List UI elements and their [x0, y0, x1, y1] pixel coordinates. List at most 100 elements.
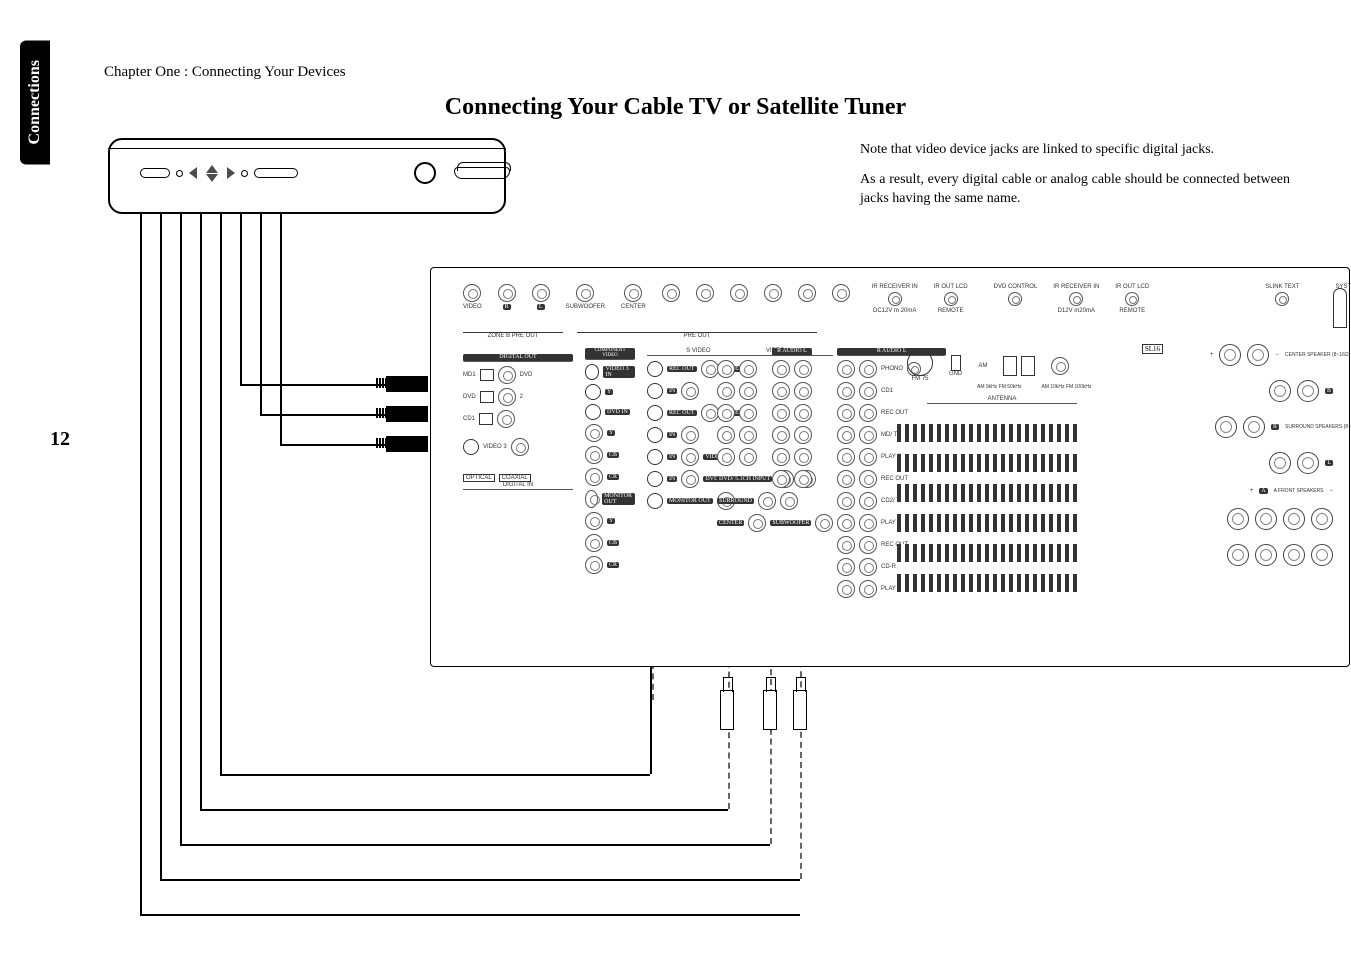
jack [764, 284, 782, 302]
jack [717, 360, 735, 378]
jack [794, 448, 812, 466]
speaker-terminal [1311, 508, 1333, 530]
jack [701, 360, 719, 378]
lbl-2: 2 [520, 394, 523, 400]
wire [180, 844, 770, 846]
jack [859, 470, 877, 488]
cable-tuner-device [108, 138, 506, 214]
zone-b-label: ZONE B PRE OUT [463, 332, 563, 339]
lbl-l-spk: L [1325, 460, 1333, 466]
speaker-terminal [1227, 544, 1249, 566]
lbl-b: B [1325, 388, 1333, 394]
lbl-cb: CB [607, 452, 619, 458]
jack [859, 426, 877, 444]
lbl-dvd-ctrl: DVD CONTROL [994, 284, 1038, 290]
lbl-slink-text: SLINK TEXT [1265, 284, 1299, 290]
jack [463, 284, 481, 302]
jack [585, 468, 603, 486]
jack [832, 284, 850, 302]
switch-fm [1021, 356, 1035, 376]
lbl-ir-in2: IR RECEIVER IN [1053, 284, 1099, 290]
speaker-terminal [1247, 344, 1269, 366]
speaker-terminal [1269, 380, 1291, 402]
jack [859, 558, 877, 576]
jack [772, 404, 790, 422]
wire [240, 384, 386, 386]
preout-label: PRE OUT [577, 332, 817, 339]
lbl-gnd: GND [949, 371, 962, 377]
connector-plug [386, 376, 428, 392]
lbl-video3: VIDEO 3 [483, 444, 507, 450]
lbl-phono: PHONO [881, 366, 903, 372]
vent-strip [897, 424, 1077, 442]
jack [794, 426, 812, 444]
jack [772, 470, 790, 488]
jack-slink [1051, 357, 1069, 375]
jack [837, 404, 855, 422]
jack [837, 470, 855, 488]
lbl-optical: OPTICAL [463, 474, 495, 482]
speaker-terminal [1219, 344, 1241, 366]
top-jack-row: VIDEO R L SUBWOOFER CENTER IR RECEIVER I… [463, 284, 1351, 314]
wire [200, 809, 728, 811]
jack [739, 426, 757, 444]
jack [815, 514, 833, 532]
lbl-v3in: VIDEO 3 IN [603, 366, 635, 378]
lbl-cd1: CD1 [463, 416, 475, 422]
jack [739, 404, 757, 422]
svideo-jack [647, 471, 663, 487]
lbl-in3: IN [667, 454, 677, 460]
antenna-area: FM 75 GND AM AM 9kHz FM 50kHz AM 10kHz F… [907, 350, 1137, 406]
svideo-jack [647, 361, 663, 377]
speaker-terminal [1283, 508, 1305, 530]
vent-strip [897, 484, 1077, 502]
jack [859, 514, 877, 532]
svideo-icon [463, 439, 479, 455]
plug-rca [793, 690, 807, 730]
speaker-terminal [1283, 544, 1305, 566]
lbl-minus2: − [1329, 488, 1333, 494]
svideo-jack [647, 427, 663, 443]
jack [837, 382, 855, 400]
lbl-cr2: CR [607, 562, 619, 568]
lbl-cb2: CB [607, 540, 619, 546]
device-dot [241, 170, 248, 177]
jack [681, 448, 699, 466]
lbl-dc12v: DC12V m 20mA [873, 308, 916, 314]
lbl-51ch: DVD/ 5.1CH INPUT [717, 476, 772, 482]
jack-coax [511, 438, 529, 456]
jack [837, 448, 855, 466]
lbl-minus: − [1275, 352, 1279, 358]
svideo-jack [647, 493, 663, 509]
jack-optical [497, 410, 515, 428]
lbl-recout3: REC OUT [881, 410, 908, 416]
wire [180, 214, 182, 844]
wire [160, 214, 162, 879]
jack [585, 424, 603, 442]
audio-col-1: R AUDIO L [772, 348, 812, 492]
jack [859, 536, 877, 554]
hdr-digital-in: DIGITAL IN [463, 482, 573, 490]
wire [280, 214, 282, 444]
plug-rca [763, 690, 777, 730]
jack-mini [1125, 292, 1139, 306]
lbl-y2: Y [607, 518, 615, 524]
arrow-down-icon [206, 174, 218, 182]
digital-out-block: DIGITAL OUT MD1DVD DVD2 CD1 VIDEO 3 [463, 354, 573, 460]
page-title: Connecting Your Cable TV or Satellite Tu… [0, 94, 1351, 121]
lbl-dvdin: DVD IN [605, 409, 630, 415]
jack [624, 284, 642, 302]
lbl-r: R [503, 304, 511, 310]
lbl-dvd: DVD [520, 372, 533, 378]
slink-badge: SL16 [1142, 344, 1163, 354]
lbl-center: CENTER [621, 304, 646, 310]
jack [837, 360, 855, 378]
jack [585, 556, 603, 574]
jack-mini [1069, 292, 1083, 306]
lbl-ir-out: IR OUT LCD [934, 284, 968, 290]
lbl-remote: REMOTE [938, 308, 964, 314]
jack [748, 514, 766, 532]
jack [681, 426, 699, 444]
lbl-amfreq1: AM 9kHz FM 50kHz [977, 384, 1021, 390]
speaker-terminal [1269, 452, 1291, 474]
